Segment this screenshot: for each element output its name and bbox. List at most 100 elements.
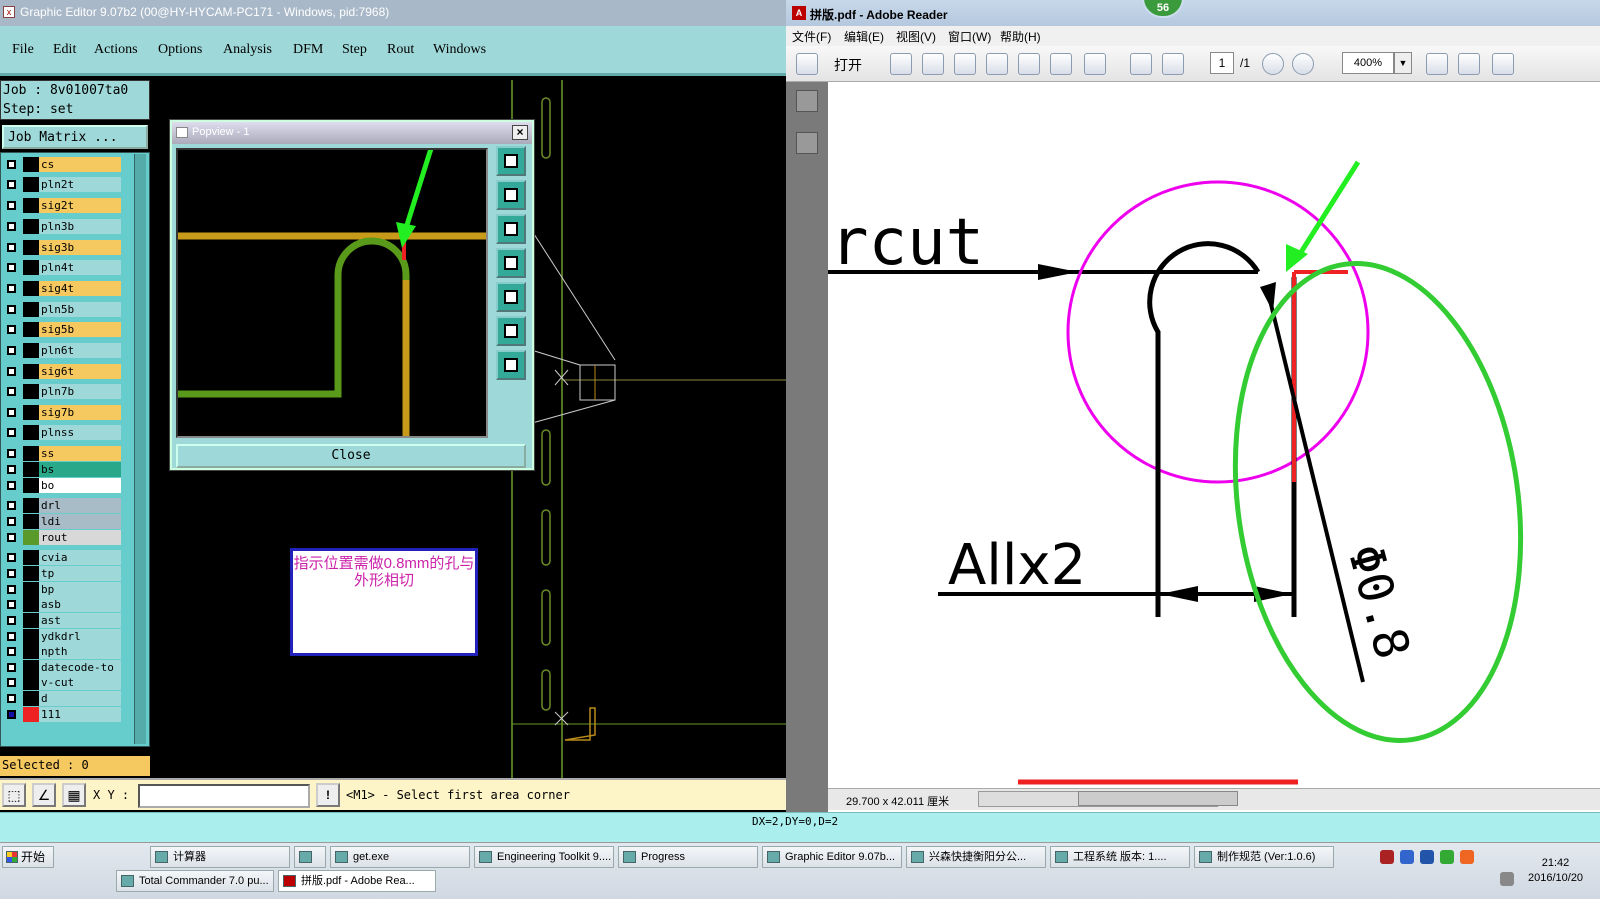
layer-checkbox[interactable] [7, 160, 16, 169]
email-icon[interactable] [1084, 53, 1106, 75]
task-xingsen[interactable]: 兴森快捷衡阳分公... [906, 846, 1046, 868]
zoom-out-icon[interactable] [1262, 53, 1284, 75]
start-button[interactable]: 开始 [2, 846, 54, 868]
layer-checkbox[interactable] [7, 408, 16, 417]
layer-row[interactable]: sig3b [5, 240, 121, 255]
layer-checkbox[interactable] [7, 678, 16, 687]
layer-checkbox[interactable] [7, 428, 16, 437]
task-progress[interactable]: Progress [618, 846, 758, 868]
save-icon[interactable] [1018, 53, 1040, 75]
page-number-input[interactable]: 1 [1210, 52, 1234, 74]
pages-icon[interactable] [796, 90, 818, 112]
layer-checkbox[interactable] [7, 569, 16, 578]
layer-row[interactable]: pln6t [5, 343, 121, 358]
layer-checkbox[interactable] [7, 663, 16, 672]
menu-options[interactable]: Options [158, 42, 202, 58]
chevron-down-icon[interactable]: ▼ [1394, 52, 1412, 74]
layer-row[interactable]: sig7b [5, 405, 121, 420]
layer-checkbox[interactable] [7, 600, 16, 609]
layer-row[interactable]: asb [5, 597, 121, 612]
menu-edit[interactable]: Edit [53, 42, 76, 58]
layer-row[interactable]: plnss [5, 425, 121, 440]
page-up-icon[interactable] [1130, 53, 1152, 75]
layer-row[interactable]: sig5b [5, 322, 121, 337]
layer-checkbox[interactable] [7, 346, 16, 355]
layer-checkbox[interactable] [7, 632, 16, 641]
task-engineering-toolkit[interactable]: Engineering Toolkit 9.... [474, 846, 614, 868]
layer-checkbox[interactable] [7, 263, 16, 272]
task-app2[interactable] [294, 846, 326, 868]
layer-row[interactable]: rout [5, 530, 121, 545]
task-total-commander[interactable]: Total Commander 7.0 pu... [116, 870, 274, 892]
menu-file[interactable]: File [12, 42, 34, 58]
layer-row[interactable]: ldi [5, 514, 121, 529]
layer-row[interactable]: bp [5, 582, 121, 597]
scroll-thumb[interactable] [1078, 791, 1238, 806]
alert-icon[interactable]: ! [316, 783, 340, 807]
layer-checkbox[interactable] [7, 367, 16, 376]
measure-tool-icon[interactable]: ∠ [32, 783, 56, 807]
fullscreen-icon[interactable] [1492, 53, 1514, 75]
menu-analysis[interactable]: Analysis [223, 42, 272, 58]
layer-row[interactable]: cvia [5, 550, 121, 565]
layer-row[interactable]: datecode-to [5, 660, 121, 675]
layer-row[interactable]: drl [5, 498, 121, 513]
layer-row[interactable]: pln2t [5, 177, 121, 192]
fit-width-icon[interactable] [1426, 53, 1448, 75]
popview-canvas[interactable] [176, 119, 488, 438]
tray-network-icon[interactable] [1400, 850, 1414, 864]
layer-row[interactable]: cs [5, 157, 121, 172]
menu-actions[interactable]: Actions [94, 42, 138, 58]
layer-row[interactable]: 111 [5, 707, 121, 722]
popview-zoom-icon[interactable] [496, 146, 526, 176]
menu-rout[interactable]: Rout [387, 42, 414, 58]
popview-pan-left-icon[interactable] [496, 248, 526, 278]
xy-input[interactable] [138, 784, 310, 808]
layer-checkbox[interactable] [7, 180, 16, 189]
zoom-input[interactable]: 400% [1342, 52, 1394, 74]
layer-checkbox[interactable] [7, 517, 16, 526]
menu-edit-cn[interactable]: 编辑(E) [844, 28, 884, 45]
layer-checkbox[interactable] [7, 449, 16, 458]
layer-checkbox[interactable] [7, 284, 16, 293]
attachment-icon[interactable] [796, 132, 818, 154]
menu-view-cn[interactable]: 视图(V) [896, 28, 936, 45]
layer-row[interactable]: bo [5, 478, 121, 493]
menu-step[interactable]: Step [342, 42, 367, 58]
menu-windows[interactable]: Windows [433, 42, 486, 58]
layer-checkbox[interactable] [7, 616, 16, 625]
layer-row[interactable]: pln4t [5, 260, 121, 275]
task-spec[interactable]: 制作规范 (Ver:1.0.6) [1194, 846, 1334, 868]
layer-row[interactable]: v-cut [5, 675, 121, 690]
layer-row[interactable]: ydkdrl [5, 629, 121, 644]
open-label[interactable]: 打开 [834, 55, 862, 75]
popview-zoom-out-icon[interactable] [496, 350, 526, 380]
page-down-icon[interactable] [1162, 53, 1184, 75]
task-engineering-system[interactable]: 工程系统 版本: 1.... [1050, 846, 1190, 868]
popview-pan-right-icon[interactable] [496, 282, 526, 312]
task-get-exe[interactable]: get.exe [330, 846, 470, 868]
edit-icon[interactable] [954, 53, 976, 75]
task-adobe-reader[interactable]: 拼版.pdf - Adobe Rea... [278, 870, 436, 892]
pdf-document-view[interactable]: rcut Allx2 Φ0.8 [828, 82, 1600, 792]
layer-row[interactable]: sig4t [5, 281, 121, 296]
task-graphic-editor[interactable]: Graphic Editor 9.07b... [762, 846, 902, 868]
layer-row[interactable]: ss [5, 446, 121, 461]
tray-shield-icon[interactable] [1440, 850, 1454, 864]
layer-checkbox[interactable] [7, 305, 16, 314]
popview-pan-up-icon[interactable] [496, 180, 526, 210]
create-pdf-icon[interactable] [890, 53, 912, 75]
layer-row[interactable]: pln7b [5, 384, 121, 399]
task-calculator[interactable]: 计算器 [150, 846, 290, 868]
layer-row[interactable]: sig2t [5, 198, 121, 213]
layer-checkbox[interactable] [7, 222, 16, 231]
tray-bluetooth-icon[interactable] [1420, 850, 1434, 864]
menu-dfm[interactable]: DFM [293, 42, 323, 58]
menu-help-cn[interactable]: 帮助(H) [1000, 28, 1041, 45]
menu-window-cn[interactable]: 窗口(W) [948, 28, 991, 45]
layer-row[interactable]: pln5b [5, 302, 121, 317]
layer-row[interactable]: tp [5, 566, 121, 581]
layer-row[interactable]: npth [5, 644, 121, 659]
layer-row[interactable]: bs [5, 462, 121, 477]
popview-pan-down-icon[interactable] [496, 214, 526, 244]
